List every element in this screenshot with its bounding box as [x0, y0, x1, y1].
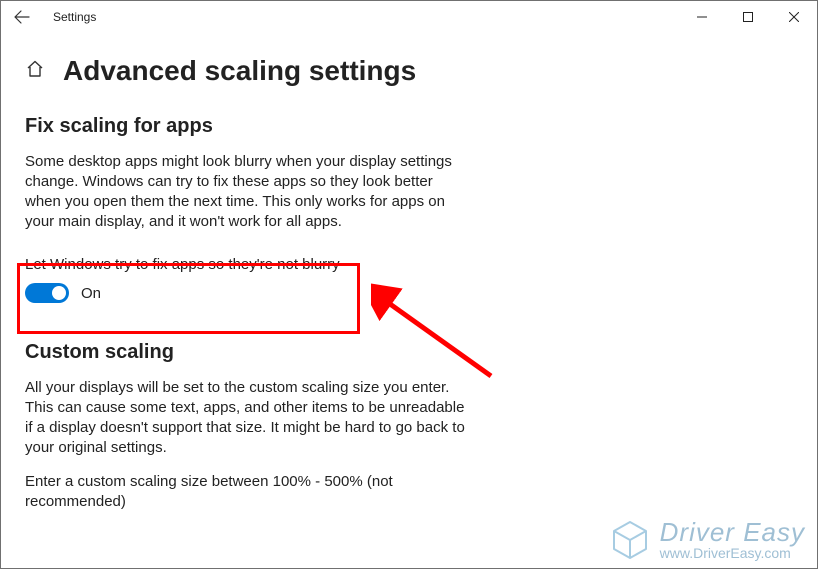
fix-blurry-toggle-label: Let Windows try to fix apps so they're n…	[25, 256, 355, 273]
home-icon[interactable]	[25, 59, 45, 84]
watermark: Driver Easy www.DriverEasy.com	[608, 518, 805, 562]
heading-row: Advanced scaling settings	[25, 55, 793, 87]
window-controls	[679, 1, 817, 33]
app-name: Settings	[53, 10, 96, 24]
page-title: Advanced scaling settings	[63, 55, 416, 87]
minimize-button[interactable]	[679, 1, 725, 33]
maximize-button[interactable]	[725, 1, 771, 33]
watermark-cube-icon	[608, 518, 652, 562]
settings-window: Settings	[0, 0, 818, 569]
watermark-line2: www.DriverEasy.com	[660, 546, 805, 561]
section-fix-scaling-title: Fix scaling for apps	[25, 115, 793, 138]
toggle-knob	[52, 286, 66, 300]
fix-blurry-toggle-block: Let Windows try to fix apps so they're n…	[21, 246, 361, 313]
section-custom-scaling-body: All your displays will be set to the cus…	[25, 378, 470, 458]
titlebar: Settings	[1, 1, 817, 33]
back-button[interactable]	[1, 1, 43, 33]
content-area: Advanced scaling settings Fix scaling fo…	[1, 33, 817, 512]
close-button[interactable]	[771, 1, 817, 33]
watermark-line1: Driver Easy	[660, 519, 805, 546]
arrow-left-icon	[14, 9, 30, 25]
fix-blurry-toggle-state: On	[81, 285, 101, 302]
maximize-icon	[743, 12, 753, 22]
fix-blurry-toggle-row: On	[25, 283, 355, 303]
custom-scaling-hint: Enter a custom scaling size between 100%…	[25, 472, 470, 512]
close-icon	[789, 12, 799, 22]
fix-blurry-toggle[interactable]	[25, 283, 69, 303]
minimize-icon	[697, 12, 707, 22]
section-custom-scaling-title: Custom scaling	[25, 341, 793, 364]
section-fix-scaling-body: Some desktop apps might look blurry when…	[25, 152, 470, 232]
